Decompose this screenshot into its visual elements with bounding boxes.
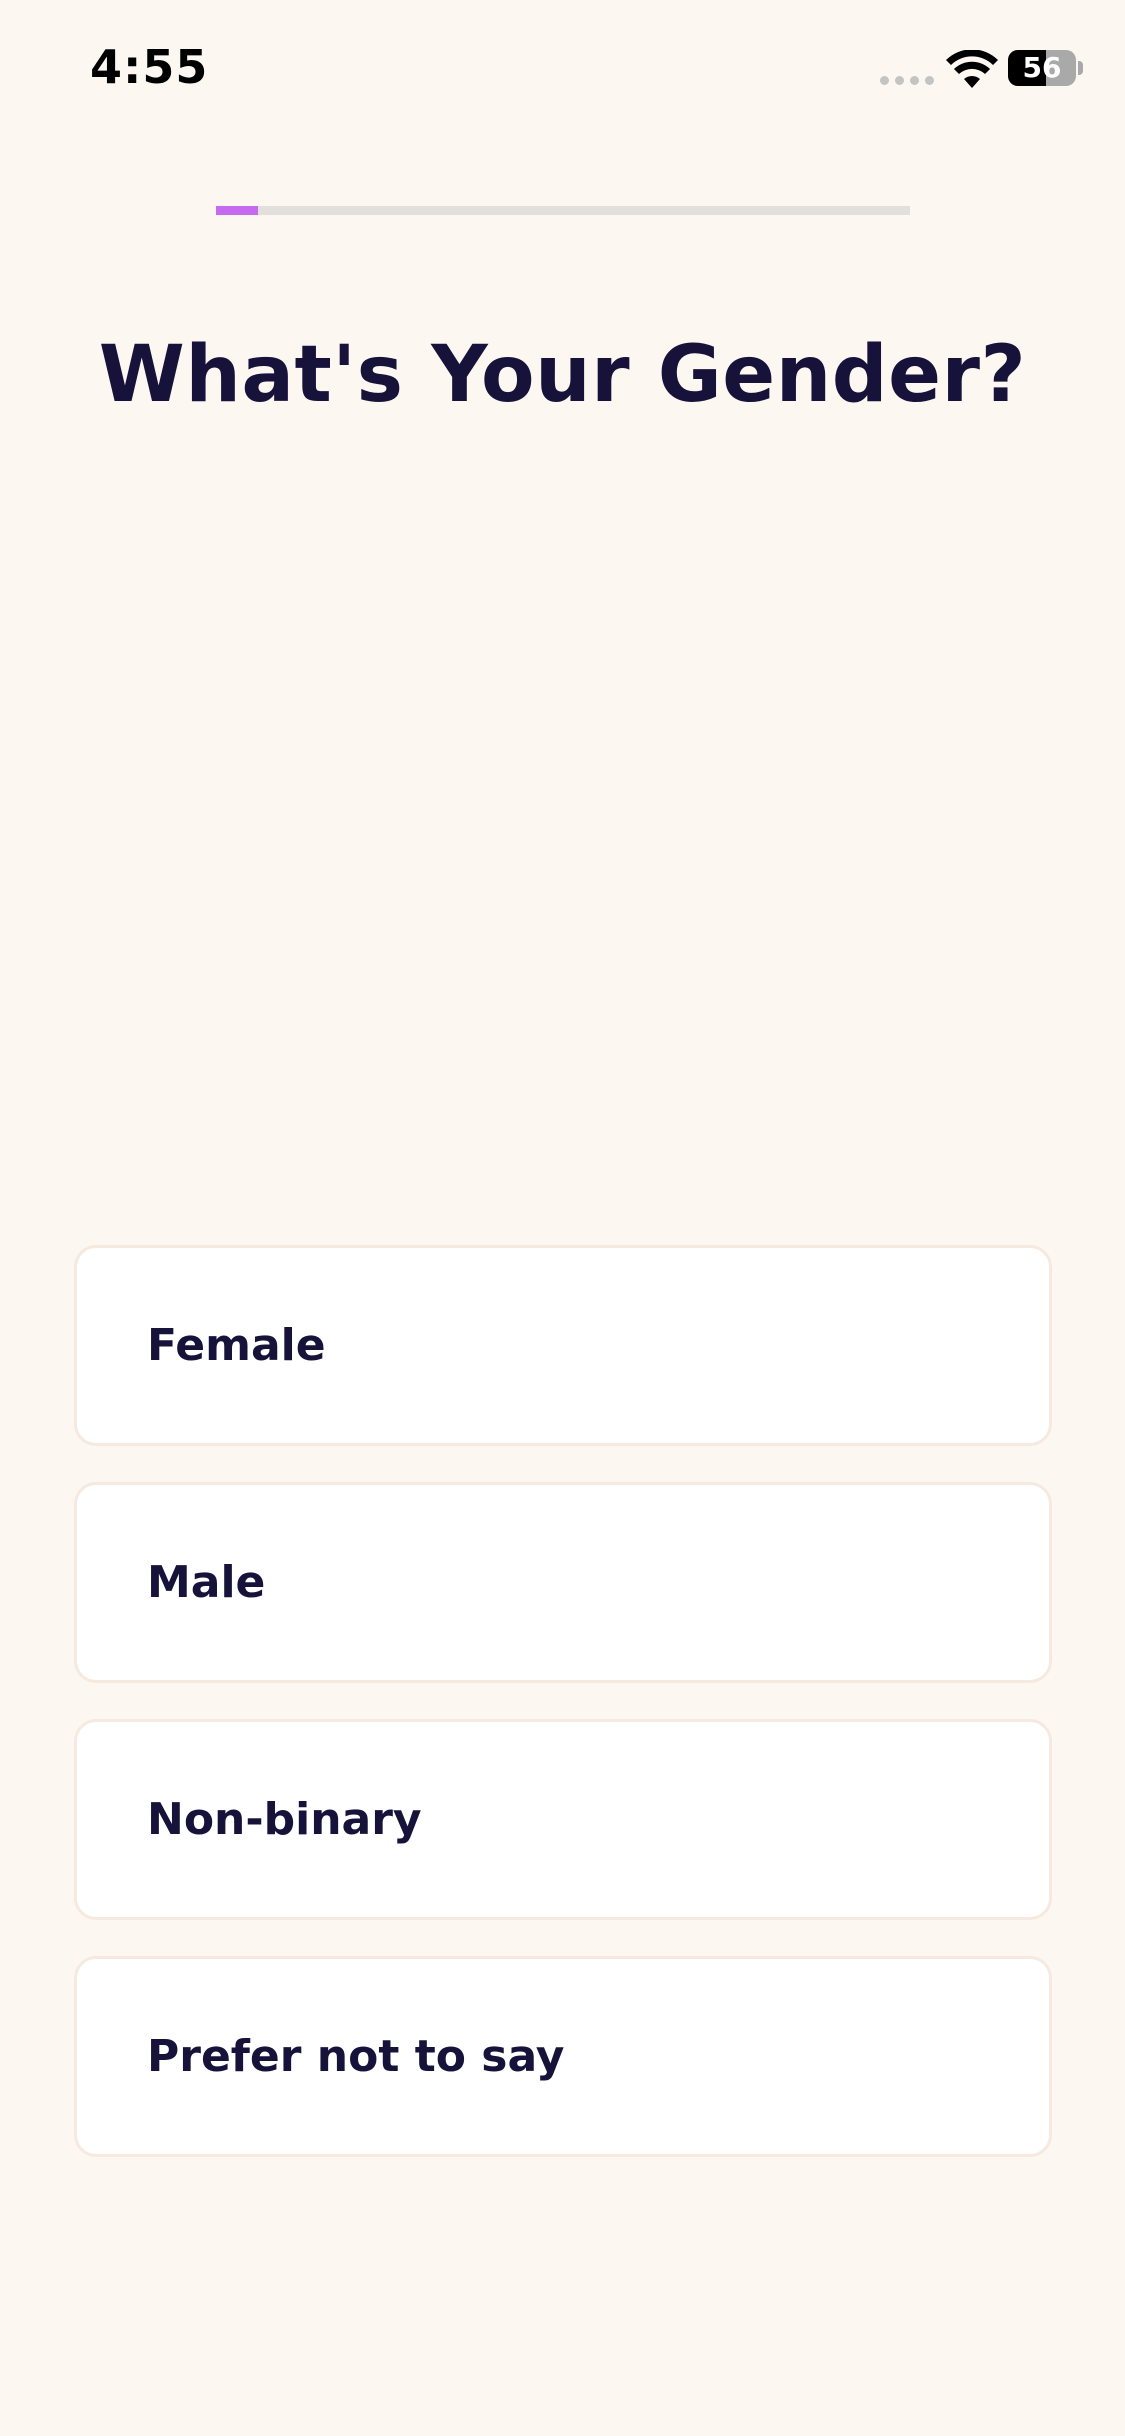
signal-icon [880, 76, 936, 86]
option-male[interactable]: Male [74, 1482, 1052, 1683]
wifi-icon [946, 50, 998, 88]
battery-cap [1078, 61, 1083, 75]
option-label: Non-binary [147, 1794, 422, 1845]
status-bar: 4:55 56 [0, 0, 1125, 140]
option-label: Prefer not to say [147, 2031, 565, 2082]
option-prefer-not-to-say[interactable]: Prefer not to say [74, 1956, 1052, 2157]
option-label: Male [147, 1557, 266, 1608]
gender-options: Female Male Non-binary Prefer not to say [74, 1245, 1052, 2193]
page-title: What's Your Gender? [98, 330, 1027, 420]
progress-fill [216, 206, 258, 215]
option-non-binary[interactable]: Non-binary [74, 1719, 1052, 1920]
status-time: 4:55 [90, 40, 209, 94]
option-female[interactable]: Female [74, 1245, 1052, 1446]
battery-percent: 56 [1022, 51, 1062, 84]
progress-bar [216, 206, 910, 215]
option-label: Female [147, 1320, 326, 1371]
battery-icon: 56 [1008, 50, 1076, 86]
